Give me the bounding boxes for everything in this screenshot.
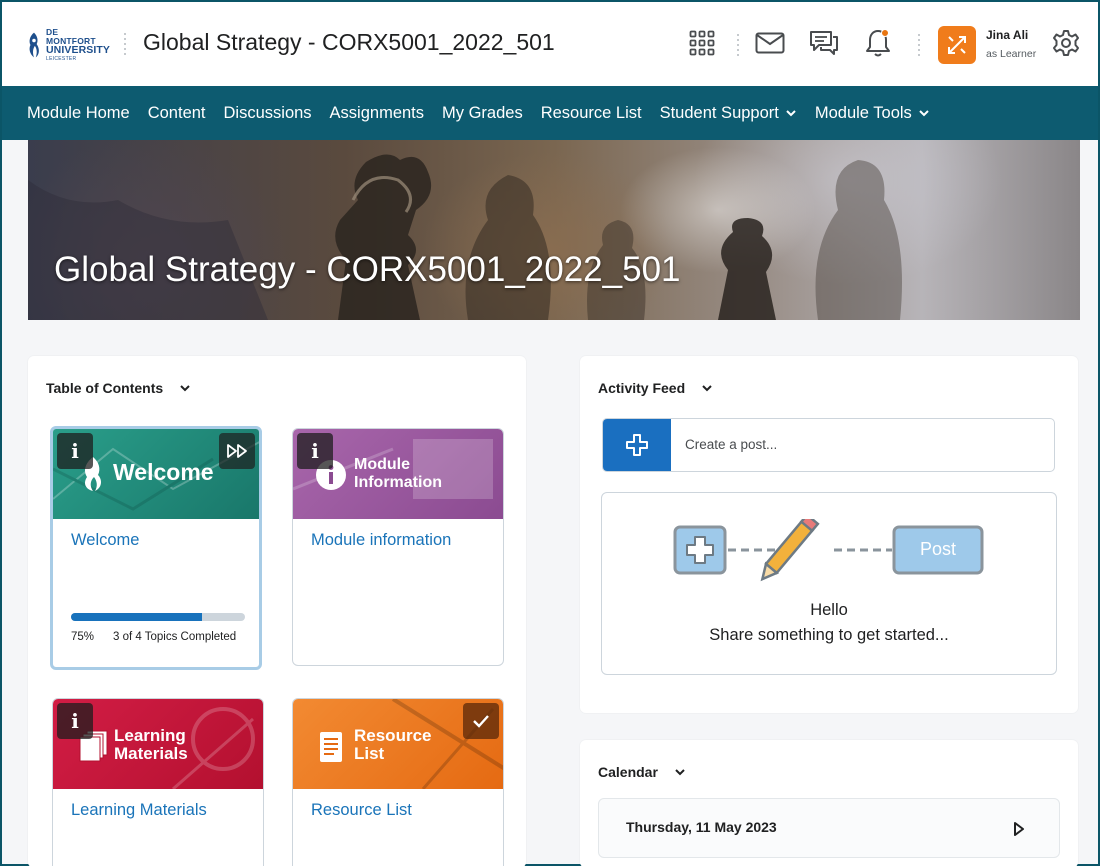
top-header: DE MONTFORT UNIVERSITY LEICESTER Global … — [2, 2, 1098, 86]
tile-image-label: Information — [354, 474, 442, 491]
header-separator — [124, 33, 126, 57]
module-title[interactable]: Global Strategy - CORX5001_2022_501 — [143, 29, 555, 56]
gear-icon[interactable] — [1050, 27, 1082, 59]
nav-module-home[interactable]: Module Home — [27, 104, 130, 123]
activity-empty-state: Post Hello Share something to get starte… — [601, 492, 1057, 675]
tile-image-label: Resource — [354, 726, 432, 745]
info-icon: i — [57, 433, 93, 469]
skip-forward-icon[interactable] — [219, 433, 255, 469]
tile-link[interactable]: Resource List — [311, 801, 412, 820]
header-separator — [918, 34, 920, 58]
next-day-icon[interactable] — [1013, 821, 1025, 837]
user-role: as Learner — [986, 48, 1037, 60]
nav-assignments[interactable]: Assignments — [330, 104, 424, 123]
tile-image-label: Module — [354, 456, 410, 473]
progress-fill — [71, 613, 202, 621]
user-name[interactable]: Jina Ali — [986, 28, 1028, 42]
illustration-post-label: Post — [919, 539, 957, 559]
chevron-down-icon[interactable] — [674, 768, 686, 776]
logo-line-2: UNIVERSITY — [45, 44, 110, 57]
avatar[interactable] — [938, 26, 976, 64]
notification-dot — [881, 29, 889, 37]
nav-module-tools[interactable]: Module Tools — [815, 104, 930, 123]
chat-icon[interactable] — [808, 27, 840, 59]
empty-state-hello: Hello — [810, 601, 848, 619]
calendar-widget: Calendar Thursday, 11 May 2023 — [580, 740, 1078, 866]
toc-tile-welcome[interactable]: Welcome i Welcome 75% 3 of 4 Topics Comp… — [50, 426, 262, 670]
banner-title: Global Strategy - CORX5001_2022_501 — [54, 250, 681, 289]
toc-tile-learning-materials[interactable]: Learning Materials i Learning Materials — [52, 698, 264, 866]
tile-link[interactable]: Module information — [311, 531, 451, 550]
app-grid-icon[interactable] — [686, 27, 718, 59]
university-logo[interactable]: DE MONTFORT UNIVERSITY LEICESTER — [26, 28, 110, 62]
calendar-date: Thursday, 11 May 2023 — [626, 819, 777, 835]
tile-image-label: Learning — [114, 726, 186, 745]
document-list-icon — [320, 732, 342, 762]
toc-tile-module-information[interactable]: Module Information i Module information — [292, 428, 504, 666]
role-switch-icon — [948, 36, 966, 54]
chess-pieces-image — [28, 154, 902, 320]
toc-heading[interactable]: Table of Contents — [46, 380, 191, 396]
plus-icon — [626, 434, 648, 456]
chevron-down-icon — [786, 110, 796, 117]
nav-my-grades[interactable]: My Grades — [442, 104, 523, 123]
progress-text: 3 of 4 Topics Completed — [113, 631, 237, 643]
chevron-down-icon[interactable] — [179, 384, 191, 392]
bell-icon[interactable] — [862, 27, 894, 59]
calendar-date-header: Thursday, 11 May 2023 — [598, 798, 1060, 858]
chevron-down-icon — [919, 110, 929, 117]
info-icon: i — [297, 433, 333, 469]
logo-line-3: LEICESTER — [45, 55, 77, 62]
activity-feed-heading[interactable]: Activity Feed — [598, 380, 713, 396]
table-of-contents-widget: Table of Contents Welcome i Welcome 75% … — [28, 356, 526, 866]
module-navbar: Module Home Content Discussions Assignme… — [2, 86, 1098, 140]
calendar-heading[interactable]: Calendar — [598, 764, 686, 780]
progress-bar — [71, 613, 245, 621]
tile-image-label: Materials — [114, 744, 188, 763]
header-separator — [737, 34, 739, 58]
create-post-field[interactable]: Create a post... — [602, 418, 1055, 472]
chevron-down-icon[interactable] — [701, 384, 713, 392]
mail-icon[interactable] — [754, 27, 786, 59]
tile-image-label: List — [354, 744, 385, 763]
nav-content[interactable]: Content — [148, 104, 206, 123]
create-post-placeholder[interactable]: Create a post... — [685, 437, 777, 452]
activity-feed-widget: Activity Feed Create a post... Post Hell… — [580, 356, 1078, 713]
nav-discussions[interactable]: Discussions — [224, 104, 312, 123]
toc-tile-resource-list[interactable]: Resource List Resource List — [292, 698, 504, 866]
tile-image-label: Welcome — [113, 459, 214, 485]
logo-line-1: DE MONTFORT — [45, 27, 96, 46]
module-banner: Global Strategy - CORX5001_2022_501 — [28, 140, 1080, 320]
logo-mark-icon — [29, 32, 39, 58]
tile-link[interactable]: Learning Materials — [71, 801, 207, 820]
progress-percent: 75% — [71, 631, 95, 643]
checkmark-icon — [463, 703, 499, 739]
nav-student-support[interactable]: Student Support — [660, 104, 797, 123]
post-illustration — [673, 519, 984, 582]
info-icon: i — [57, 703, 93, 739]
empty-state-prompt: Share something to get started... — [709, 626, 949, 644]
tile-link[interactable]: Welcome — [71, 531, 139, 550]
nav-resource-list[interactable]: Resource List — [541, 104, 642, 123]
create-post-button[interactable] — [603, 419, 671, 471]
